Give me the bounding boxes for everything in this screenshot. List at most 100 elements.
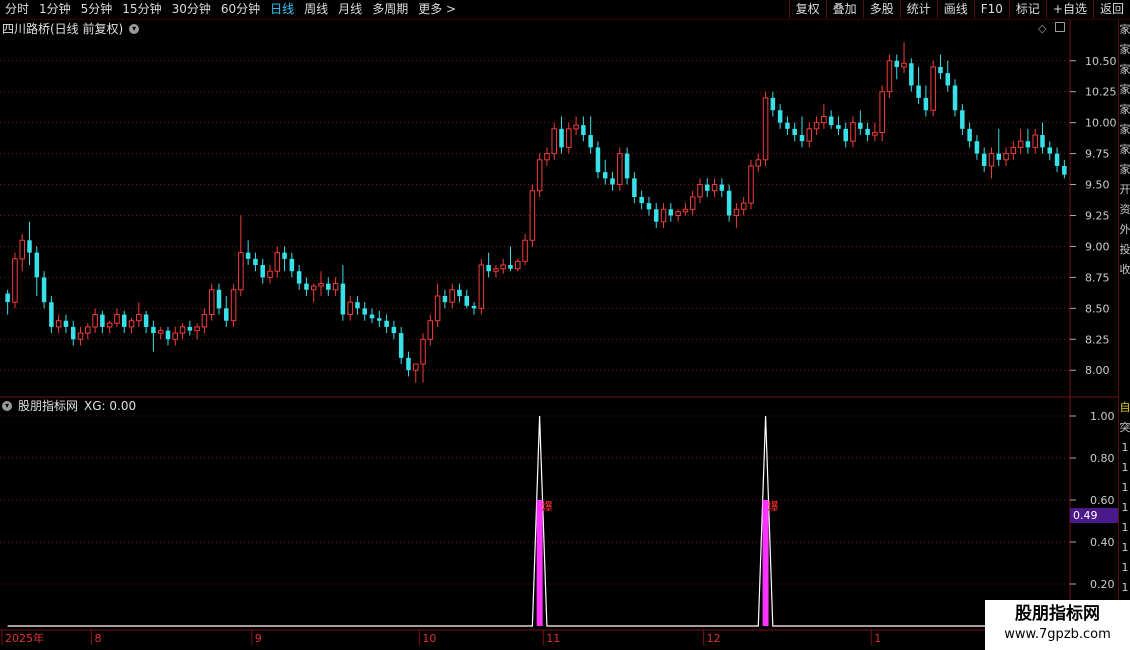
side-ind-char: 1 [1121, 521, 1129, 534]
side-ind-char: 1 [1121, 501, 1129, 514]
candle-body-down [27, 240, 32, 253]
period-tab-10[interactable]: 更多 > [413, 0, 461, 19]
price-chart[interactable]: 8.00 8.25 8.50 8.75 9.00 9.25 9.50 9.75 10.00 10.… [0, 20, 1118, 398]
side-char: 家 [1119, 23, 1130, 36]
candle-body-up [660, 208, 667, 223]
y-tick-label: 0.20 [1090, 578, 1115, 591]
period-tab-2[interactable]: 5分钟 [76, 0, 118, 19]
candle-body-up [427, 320, 434, 340]
candle-body-up [544, 153, 550, 161]
y-tick-label: 10.25 [1085, 86, 1117, 99]
candle-body-down [894, 60, 899, 67]
period-tab-7[interactable]: 周线 [299, 0, 333, 19]
toolbar-button-2[interactable]: 多股 [862, 0, 900, 18]
side-ind-char: 1 [1121, 441, 1129, 454]
candle-body-down [588, 135, 593, 148]
candle-body-down [705, 184, 710, 191]
candle-body-up [172, 332, 179, 340]
candle-body-down [646, 203, 652, 210]
candle-body-up [274, 252, 281, 272]
candle-body-down [945, 73, 951, 86]
candle-body-down [398, 333, 404, 358]
candle-body-up [92, 314, 98, 328]
candle-body-down [369, 314, 375, 319]
candle-body-down [289, 258, 295, 272]
candle-body-down [726, 190, 732, 216]
right-toolbar: 复权 叠加 多股 统计 画线 F10 标记 +自选 返回 [788, 0, 1130, 19]
toolbar-button-0[interactable]: 复权 [788, 0, 826, 18]
candle-body-up [930, 66, 936, 111]
y-tick-label: 9.50 [1085, 179, 1110, 192]
side-info-strip: 家家家家家家家家开资外投收 [1118, 20, 1130, 398]
candle-body-down [143, 314, 149, 327]
period-tab-0[interactable]: 分时 [0, 0, 34, 19]
candle-body-down [602, 172, 608, 179]
candle-body-down [639, 196, 644, 204]
signal-bar [762, 500, 769, 626]
side-char: 收 [1119, 263, 1130, 276]
candle-body-up [106, 322, 113, 328]
toolbar-button-4[interactable]: 画线 [936, 0, 974, 18]
candle-body-down [1047, 147, 1053, 154]
candle-body-down [63, 320, 69, 327]
candle-body-up [12, 258, 18, 303]
candle-body-up [748, 165, 754, 204]
period-tab-4[interactable]: 30分钟 [167, 0, 216, 19]
candle-body-down [668, 209, 674, 216]
side-char: 家 [1119, 103, 1130, 116]
period-tab-3[interactable]: 15分钟 [117, 0, 166, 19]
signal-label: 爆 [768, 499, 779, 513]
side-ind-char: 1 [1121, 541, 1129, 554]
candle-body-down [1062, 165, 1067, 175]
candle-body-up [1010, 146, 1017, 155]
candle-body-down [960, 110, 965, 129]
candle-body-up [347, 301, 353, 316]
candle-body-down [938, 66, 943, 74]
date-tick-label: 12 [707, 632, 721, 645]
candle-body-up [536, 159, 543, 192]
candle-body-up [1003, 153, 1009, 161]
candle-body-up [806, 128, 813, 142]
candle-body-up [697, 184, 703, 198]
candle-body-up [522, 239, 528, 262]
candle-body-down [508, 265, 513, 269]
period-tab-5[interactable]: 60分钟 [216, 0, 265, 19]
period-tab-9[interactable]: 多周期 [367, 0, 413, 19]
side-char: 外 [1119, 223, 1130, 236]
candle-body-up [114, 314, 120, 324]
candle-body-down [1054, 153, 1060, 166]
toolbar-button-8[interactable]: 返回 [1092, 0, 1130, 18]
indicator-chart[interactable]: 0.20 0.40 0.60 0.80 1.00 爆 爆 [0, 398, 1118, 629]
candle-body-up [420, 338, 426, 365]
side-char: 家 [1119, 83, 1130, 96]
candle-body-down [967, 128, 972, 142]
candle-body-up [179, 326, 186, 334]
y-tick-label: 8.25 [1085, 333, 1110, 346]
candle-body-up [886, 60, 893, 93]
period-tab-8[interactable]: 月线 [333, 0, 367, 19]
toolbar-button-6[interactable]: 标记 [1008, 0, 1046, 18]
period-toolbar: 分时 1分钟 5分钟 15分钟 30分钟 60分钟 日线 周线 月线 多周期 更多 > 复权 叠加 多股… [0, 0, 1130, 20]
candle-body-up [157, 330, 164, 334]
side-ind-char: 1 [1121, 581, 1129, 594]
toolbar-button-1[interactable]: 叠加 [825, 0, 863, 18]
candle-body-down [624, 153, 630, 179]
candle-body-up [493, 268, 499, 272]
period-tab-6[interactable]: 日线 [265, 0, 299, 19]
candle-body-up [310, 285, 317, 291]
toolbar-button-7[interactable]: +自选 [1045, 0, 1093, 18]
toolbar-button-3[interactable]: 统计 [899, 0, 937, 18]
candle-body-down [391, 326, 397, 334]
candle-body-down [253, 258, 258, 266]
candle-body-down [121, 314, 127, 327]
date-tick-label: 1 [874, 632, 881, 645]
candle-body-up [573, 124, 579, 130]
y-tick-label: 1.00 [1090, 410, 1115, 423]
toolbar-button-5[interactable]: F10 [973, 0, 1009, 18]
candle-body-down [282, 252, 287, 259]
candle-body-up [318, 283, 324, 287]
candle-body-up [478, 264, 485, 309]
period-tab-1[interactable]: 1分钟 [34, 0, 76, 19]
xg-line [7, 415, 1065, 627]
candle-body-down [41, 277, 47, 303]
